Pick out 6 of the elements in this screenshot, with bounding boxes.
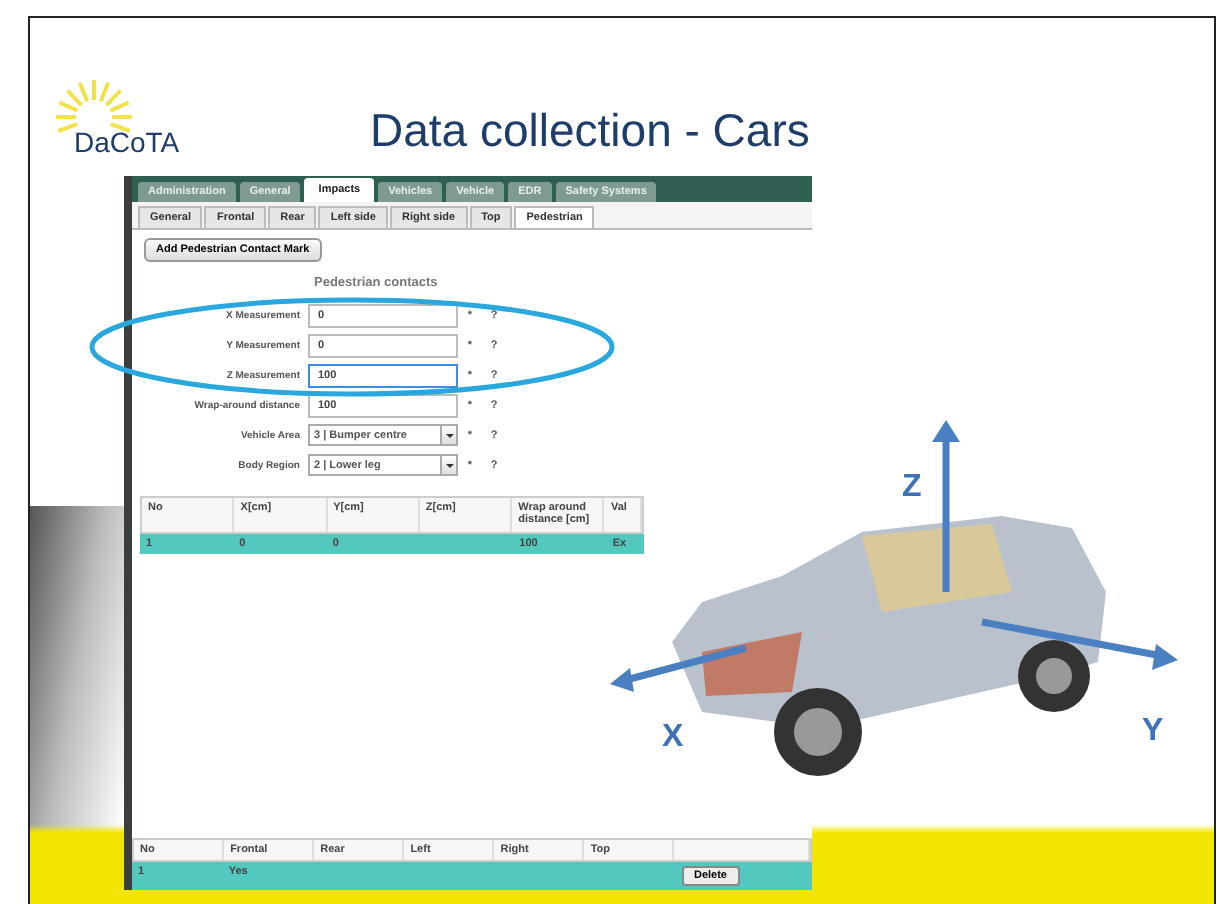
x-axis-arrow: [610, 644, 747, 692]
axis-label: Y: [1142, 716, 1164, 748]
logo-text: DaCoTA: [74, 126, 180, 158]
axis-label: Z: [902, 472, 922, 504]
axis-label: X: [662, 722, 684, 754]
slide-title: Data collection - Cars: [370, 104, 810, 158]
